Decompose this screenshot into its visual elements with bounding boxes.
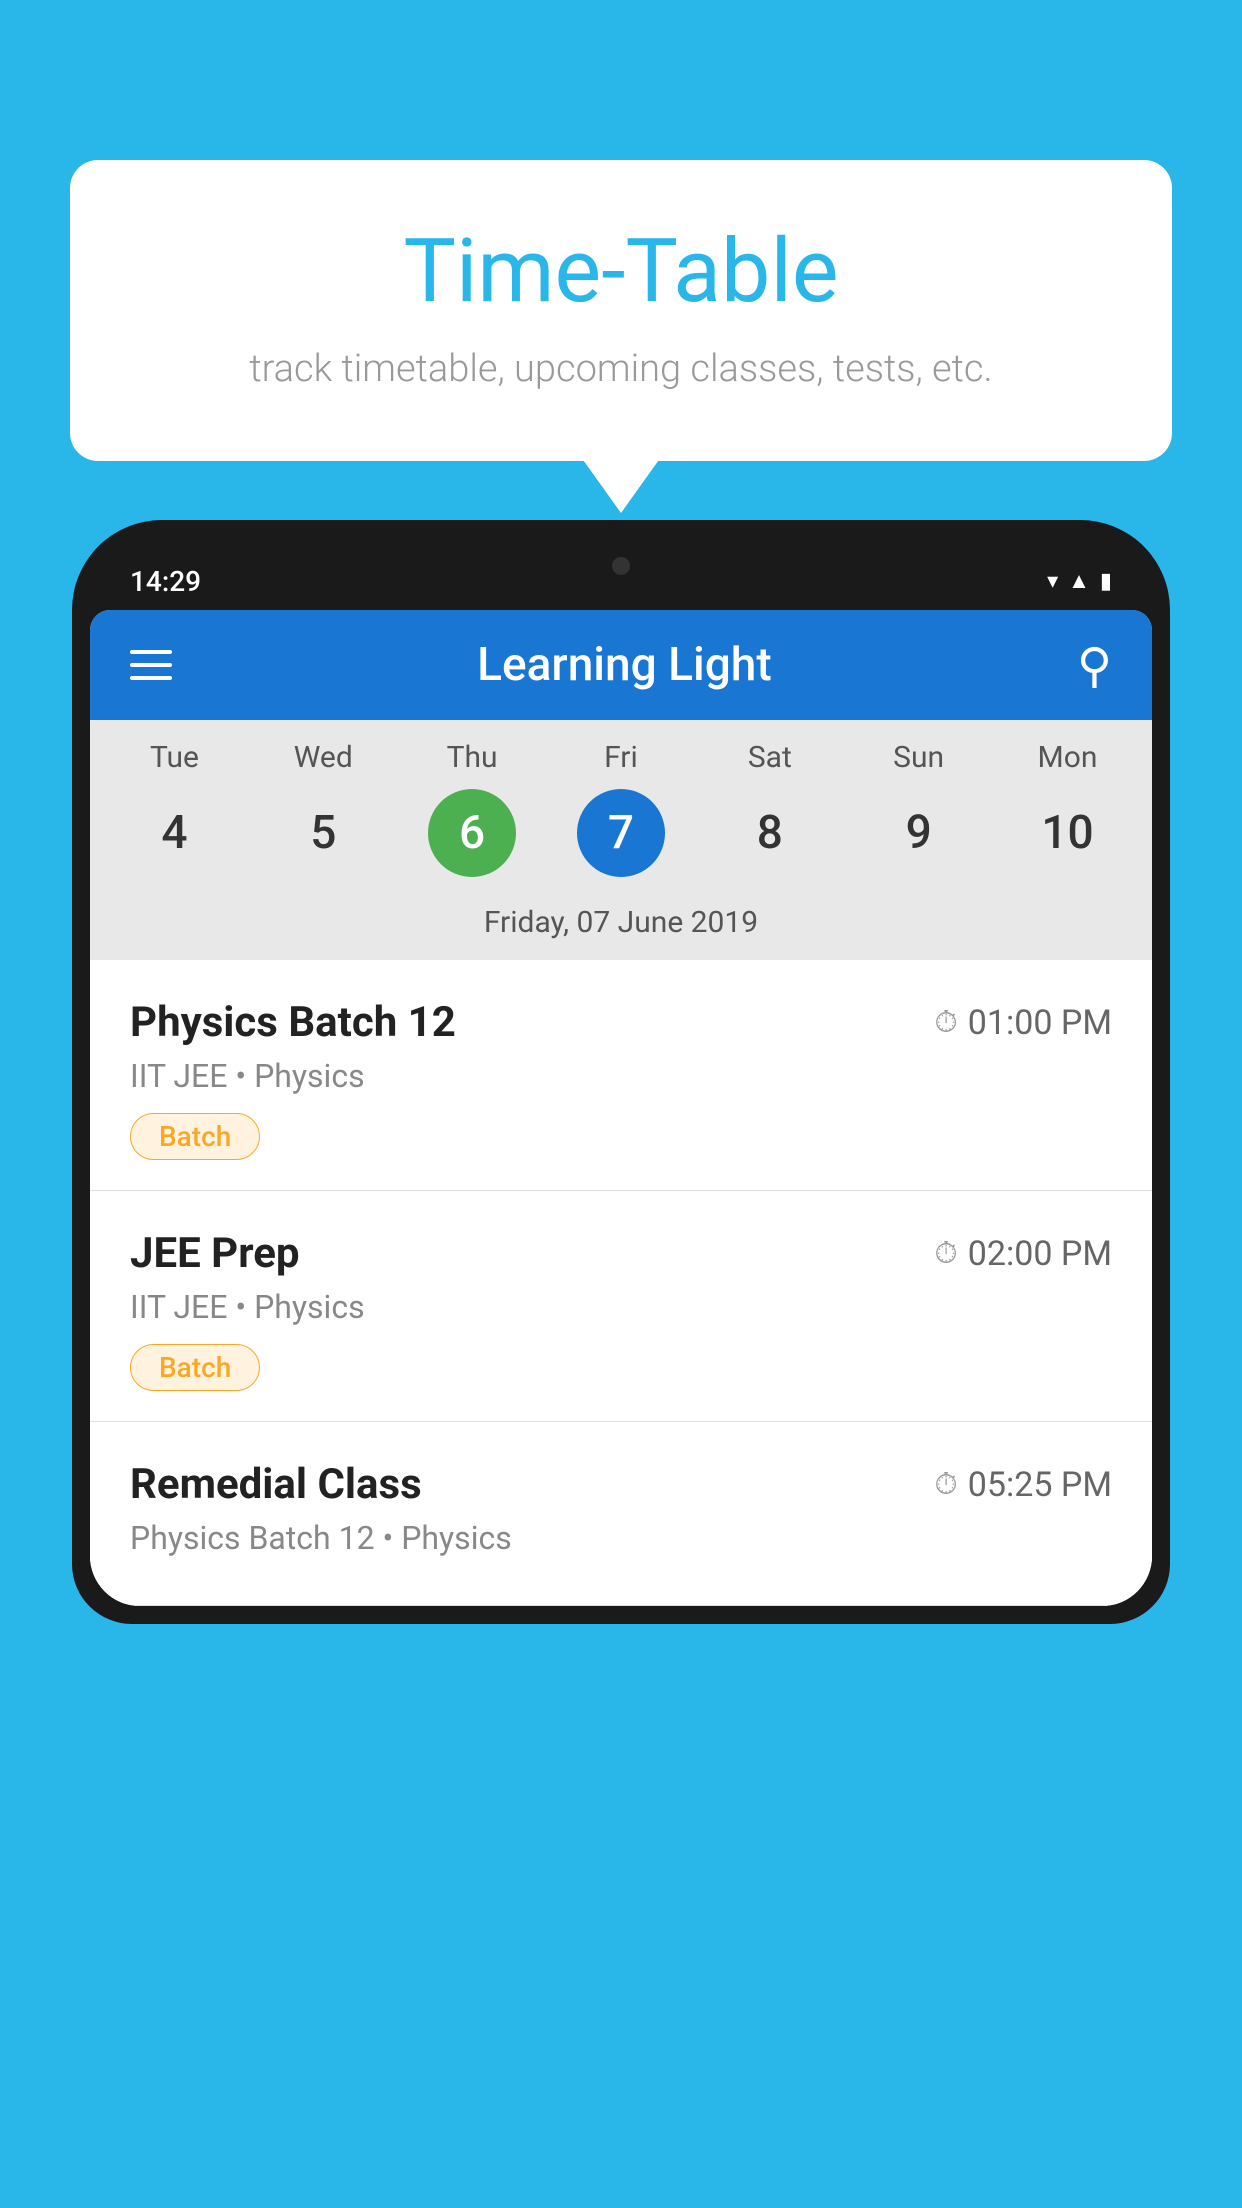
- phone-time: 14:29: [130, 565, 201, 598]
- batch-badge: Batch: [130, 1344, 260, 1391]
- schedule-item-name: Remedial Class: [130, 1460, 422, 1509]
- day-name: Thu: [447, 740, 498, 775]
- phone-frame: 14:29 ▾ ▲ ▮ Learning Light ⚲: [72, 520, 1170, 1624]
- hamburger-icon[interactable]: [130, 650, 172, 680]
- calendar-strip: Tue 4 Wed 5 Thu 6 Fri 7 Sat 8 Sun 9 Mon 10 Friday, 07…: [90, 720, 1152, 960]
- day-number: 4: [130, 789, 218, 877]
- schedule-item-time: ⏱ 05:25 PM: [934, 1465, 1112, 1505]
- wifi-icon: ▾: [1047, 569, 1058, 594]
- schedule-item-time: ⏱ 02:00 PM: [934, 1234, 1112, 1274]
- calendar-day-col[interactable]: Sat 8: [705, 740, 835, 877]
- schedule-item-header: JEE Prep ⏱ 02:00 PM: [130, 1229, 1112, 1278]
- speech-bubble-container: Time-Table track timetable, upcoming cla…: [70, 160, 1172, 461]
- phone-notch: [571, 538, 671, 586]
- days-row: Tue 4 Wed 5 Thu 6 Fri 7 Sat 8 Sun 9 Mon 10: [90, 740, 1152, 877]
- schedule-item-sub: IIT JEE • Physics: [130, 1057, 1112, 1095]
- calendar-day-col[interactable]: Tue 4: [109, 740, 239, 877]
- schedule-item[interactable]: JEE Prep ⏱ 02:00 PM IIT JEE • Physics Batch: [90, 1191, 1152, 1422]
- schedule-item[interactable]: Remedial Class ⏱ 05:25 PM Physics Batch 12…: [90, 1422, 1152, 1606]
- day-number: 6: [428, 789, 516, 877]
- schedule-item[interactable]: Physics Batch 12 ⏱ 01:00 PM IIT JEE • Phys…: [90, 960, 1152, 1191]
- calendar-day-col[interactable]: Thu 6: [407, 740, 537, 877]
- schedule-item-header: Remedial Class ⏱ 05:25 PM: [130, 1460, 1112, 1509]
- schedule-item-sub: IIT JEE • Physics: [130, 1288, 1112, 1326]
- bubble-subtitle: track timetable, upcoming classes, tests…: [150, 347, 1092, 391]
- status-icons: ▾ ▲ ▮: [1047, 568, 1112, 594]
- calendar-day-col[interactable]: Wed 5: [258, 740, 388, 877]
- schedule-item-time: ⏱ 01:00 PM: [934, 1003, 1112, 1043]
- day-name: Sat: [748, 740, 792, 775]
- day-number: 9: [875, 789, 963, 877]
- schedule-item-header: Physics Batch 12 ⏱ 01:00 PM: [130, 998, 1112, 1047]
- app-bar-title: Learning Light: [477, 638, 772, 692]
- phone-wrapper: 14:29 ▾ ▲ ▮ Learning Light ⚲: [72, 520, 1170, 2208]
- batch-badge: Batch: [130, 1113, 260, 1160]
- day-number: 10: [1023, 789, 1111, 877]
- schedule-list: Physics Batch 12 ⏱ 01:00 PM IIT JEE • Phys…: [90, 960, 1152, 1606]
- day-name: Fri: [604, 740, 638, 775]
- schedule-item-name: Physics Batch 12: [130, 998, 456, 1047]
- app-screen: Learning Light ⚲ Tue 4 Wed 5 Thu 6 Fri 7 Sat 8 Sun…: [90, 610, 1152, 1606]
- day-name: Mon: [1038, 740, 1098, 775]
- signal-icon: ▲: [1068, 568, 1090, 594]
- speech-bubble: Time-Table track timetable, upcoming cla…: [70, 160, 1172, 461]
- bubble-title: Time-Table: [150, 220, 1092, 323]
- day-number: 5: [279, 789, 367, 877]
- search-icon[interactable]: ⚲: [1077, 637, 1112, 694]
- day-number: 8: [726, 789, 814, 877]
- calendar-day-col[interactable]: Fri 7: [556, 740, 686, 877]
- day-name: Sun: [893, 740, 944, 775]
- selected-date-label: Friday, 07 June 2019: [90, 887, 1152, 960]
- clock-icon: ⏱: [934, 1467, 957, 1502]
- calendar-day-col[interactable]: Mon 10: [1002, 740, 1132, 877]
- day-name: Tue: [150, 740, 199, 775]
- day-number: 7: [577, 789, 665, 877]
- schedule-item-sub: Physics Batch 12 • Physics: [130, 1519, 1112, 1557]
- day-name: Wed: [294, 740, 353, 775]
- clock-icon: ⏱: [934, 1005, 957, 1040]
- clock-icon: ⏱: [934, 1236, 957, 1271]
- calendar-day-col[interactable]: Sun 9: [854, 740, 984, 877]
- battery-icon: ▮: [1100, 569, 1112, 594]
- schedule-item-name: JEE Prep: [130, 1229, 300, 1278]
- app-bar: Learning Light ⚲: [90, 610, 1152, 720]
- camera-dot: [612, 557, 630, 575]
- phone-top-bar: 14:29 ▾ ▲ ▮: [90, 538, 1152, 610]
